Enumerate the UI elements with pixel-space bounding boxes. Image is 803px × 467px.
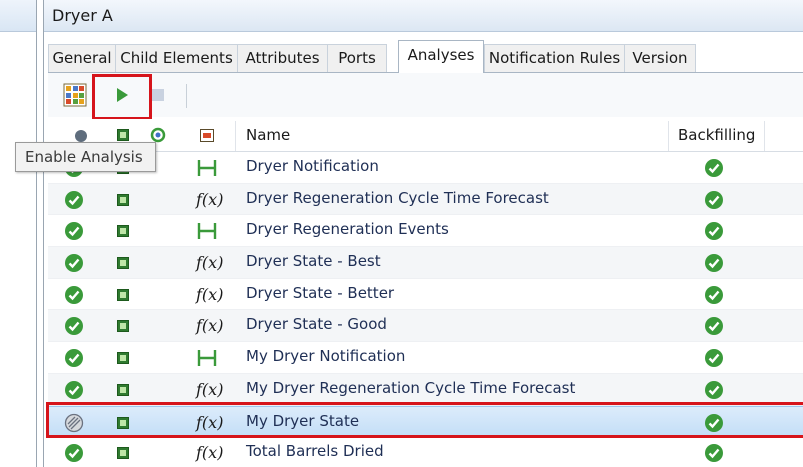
column-header-name[interactable]: Name [246, 126, 290, 144]
expression-type-icon: f(x) [196, 253, 224, 273]
table-row[interactable]: f(x) Dryer Regeneration Cycle Time Forec… [48, 183, 803, 216]
column-separator[interactable] [235, 121, 236, 151]
analysis-name: Dryer State - Good [246, 315, 387, 334]
analysis-name: My Dryer Regeneration Cycle Time Forecas… [246, 378, 576, 397]
splitter[interactable] [36, 0, 37, 467]
analysis-templates-icon [63, 83, 87, 107]
table-row[interactable]: f(x) My Dryer Regeneration Cycle Time Fo… [48, 373, 803, 406]
left-pane-header [0, 0, 36, 32]
analysis-name: Dryer Regeneration Cycle Time Forecast [246, 188, 549, 207]
table-row[interactable]: f(x) Dryer State - Best [48, 247, 803, 279]
selected-row-highlight [46, 402, 803, 438]
backfilling-check-icon [705, 254, 723, 273]
tab-child-elements[interactable]: Child Elements [115, 44, 238, 72]
notification-type-icon [197, 160, 217, 176]
running-status-icon [65, 254, 83, 273]
table-row[interactable]: f(x) Dryer State - Good [48, 310, 803, 343]
enabled-checkbox-icon[interactable] [117, 257, 129, 270]
column-separator[interactable] [668, 121, 669, 151]
backfilling-check-icon [705, 159, 723, 177]
enabled-checkbox-icon[interactable] [117, 383, 129, 396]
analysis-templates-button[interactable] [61, 81, 89, 109]
refresh-column-icon[interactable] [150, 127, 166, 143]
running-status-icon [65, 349, 83, 368]
backfilling-check-icon [705, 317, 723, 336]
tab-analyses[interactable]: Analyses [398, 40, 484, 73]
table-row[interactable]: Dryer Regeneration Events [48, 215, 803, 248]
element-title: Dryer A [52, 6, 113, 25]
tab-attributes[interactable]: Attributes [237, 44, 328, 72]
backfilling-check-icon [705, 380, 723, 399]
enabled-checkbox-icon[interactable] [117, 447, 129, 460]
backfilling-check-icon [705, 444, 723, 463]
enabled-column-icon[interactable] [117, 129, 129, 141]
running-status-icon [65, 190, 83, 209]
table-row[interactable]: f(x) Dryer State - Better [48, 279, 803, 311]
analysis-name: My Dryer Notification [246, 347, 406, 366]
running-status-icon [65, 317, 83, 336]
status-column-icon[interactable] [74, 129, 88, 143]
backfilling-check-icon [705, 190, 723, 209]
tab-version[interactable]: Version [624, 44, 696, 72]
type-column-icon[interactable] [200, 129, 214, 142]
expression-type-icon: f(x) [196, 189, 224, 209]
enabled-checkbox-icon[interactable] [117, 352, 129, 365]
stop-icon [152, 89, 164, 101]
element-title-bar: Dryer A [44, 0, 803, 32]
running-status-icon [65, 222, 83, 241]
enabled-checkbox-icon[interactable] [117, 225, 129, 238]
expression-type-icon: f(x) [196, 316, 224, 336]
backfilling-check-icon [705, 349, 723, 368]
analysis-name: Dryer State - Better [246, 283, 395, 302]
table-row[interactable]: f(x) Total Barrels Dried [48, 437, 803, 467]
expression-type-icon: f(x) [196, 284, 224, 304]
analyses-toolbar [48, 73, 803, 117]
enabled-checkbox-icon[interactable] [117, 320, 129, 333]
play-button-highlight [92, 74, 152, 120]
expression-type-icon: f(x) [196, 379, 224, 399]
running-status-icon [65, 285, 83, 304]
table-row[interactable]: Dryer Notification [48, 152, 803, 184]
enabled-checkbox-icon[interactable] [117, 288, 129, 301]
column-separator[interactable] [764, 121, 765, 151]
backfilling-check-icon [705, 222, 723, 241]
toolbar-separator [186, 84, 187, 108]
analysis-name: Dryer State - Best [246, 252, 381, 271]
enabled-checkbox-icon[interactable] [117, 193, 129, 206]
table-row[interactable]: My Dryer Notification [48, 342, 803, 374]
tab-strip: General Child Elements Attributes Ports … [48, 40, 803, 73]
analysis-name: Dryer Notification [246, 157, 379, 175]
running-status-icon [65, 380, 83, 399]
notification-type-icon [197, 223, 217, 240]
notification-type-icon [197, 350, 217, 367]
backfilling-check-icon [705, 285, 723, 304]
tab-ports[interactable]: Ports [327, 44, 387, 72]
expression-type-icon: f(x) [196, 443, 224, 463]
tab-general[interactable]: General [48, 44, 116, 72]
analysis-name: Dryer Regeneration Events [246, 220, 449, 239]
tab-notification-rules[interactable]: Notification Rules [484, 44, 625, 72]
enable-analysis-tooltip: Enable Analysis [15, 142, 156, 172]
running-status-icon [65, 444, 83, 463]
content-border [43, 0, 44, 467]
column-header-backfilling[interactable]: Backfilling [678, 126, 755, 144]
analysis-name: Total Barrels Dried [246, 442, 384, 461]
left-pane [0, 0, 36, 467]
